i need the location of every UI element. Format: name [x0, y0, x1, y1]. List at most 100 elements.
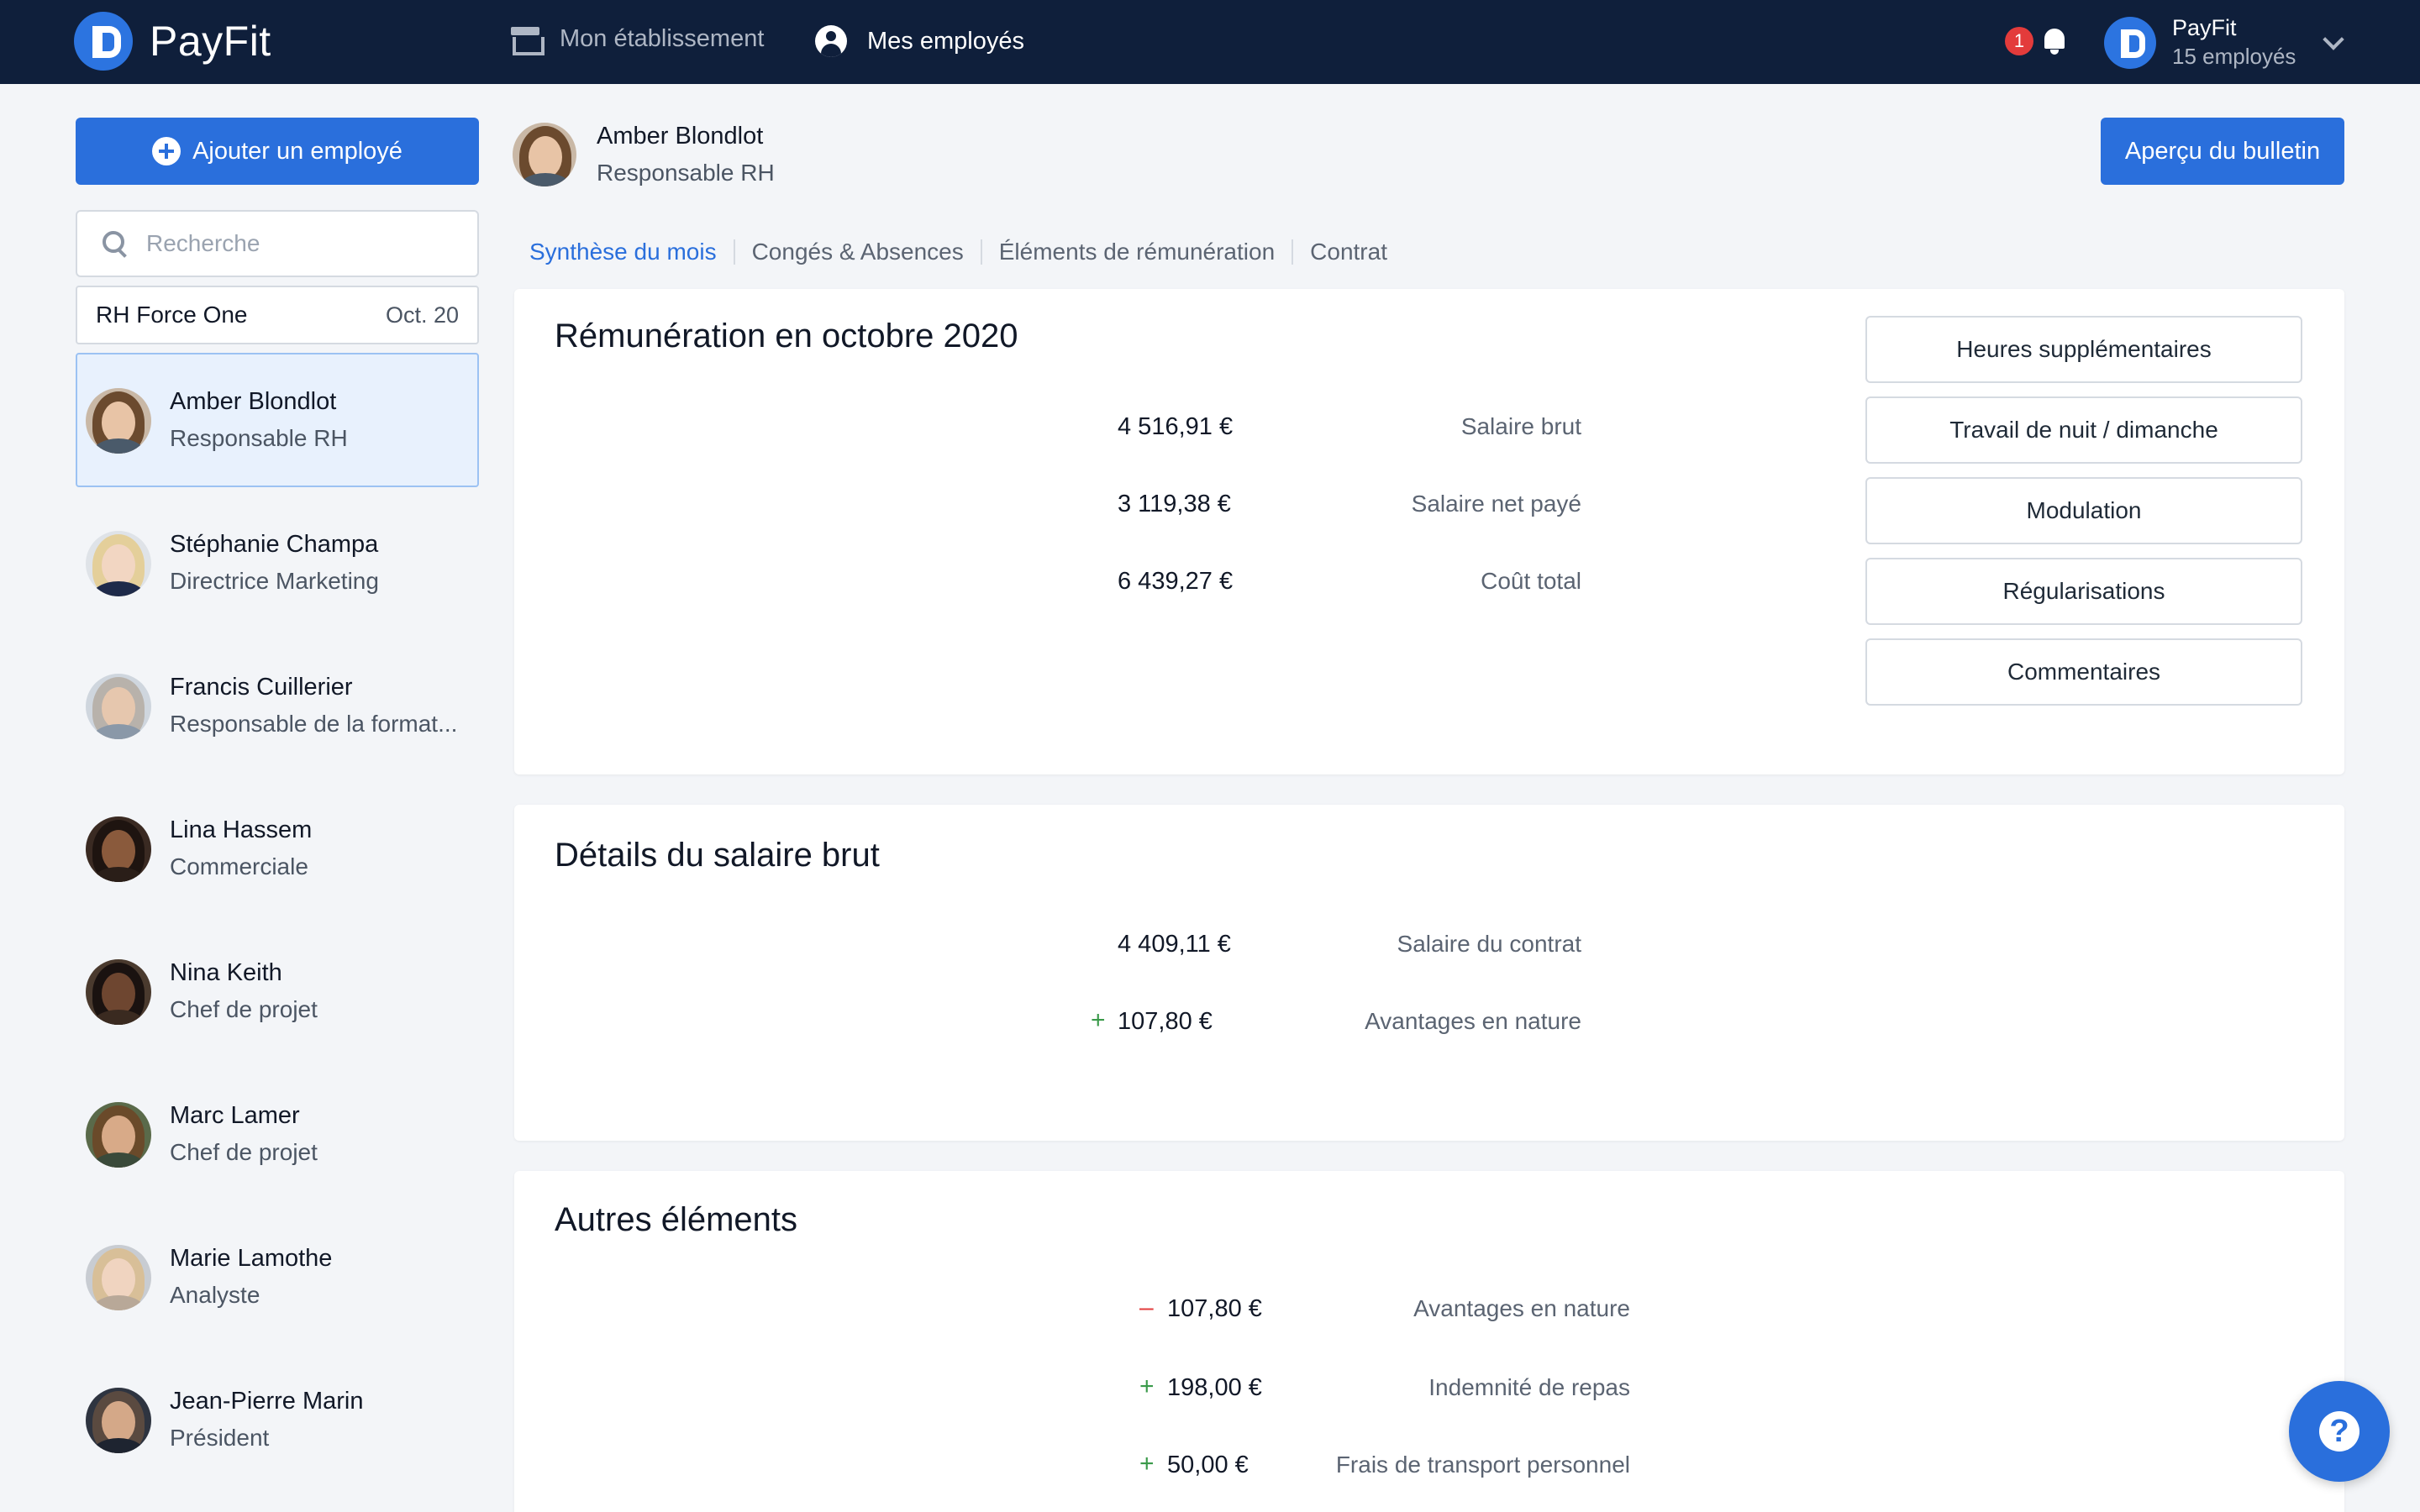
gross-details-title: Détails du salaire brut	[555, 837, 880, 874]
employee-tabs: Synthèse du mois Congés & Absences Éléme…	[529, 239, 1387, 265]
avatar	[86, 959, 151, 1025]
row-label: Coût total	[1481, 568, 1581, 594]
employee-header-role: Responsable RH	[597, 160, 775, 186]
overtime-button[interactable]: Heures supplémentaires	[1865, 316, 2302, 383]
employee-item-nina-keith[interactable]: Nina Keith Chef de projet	[76, 924, 479, 1058]
bell-icon[interactable]	[2042, 29, 2067, 55]
employee-name: Lina Hassem	[170, 816, 313, 843]
employee-name: Stéphanie Champa	[170, 531, 379, 558]
avatar	[86, 531, 151, 596]
row-value: 4 409,11 €	[1118, 931, 1231, 958]
tab-contrat[interactable]: Contrat	[1310, 239, 1387, 265]
row-label: Indemnité de repas	[1428, 1374, 1630, 1400]
top-navbar: PayFit Mon établissement Mes employés 1 …	[0, 0, 2420, 84]
night-sunday-work-button[interactable]: Travail de nuit / dimanche	[1865, 396, 2302, 464]
tab-conges-absences[interactable]: Congés & Absences	[752, 239, 964, 265]
employee-item-amber-blondlot[interactable]: Amber Blondlot Responsable RH	[76, 353, 479, 487]
employee-role: Analyste	[170, 1282, 260, 1308]
employee-name: Jean-Pierre Marin	[170, 1388, 364, 1415]
row-label: Frais de transport personnel	[1335, 1452, 1630, 1478]
notification-badge[interactable]: 1	[2005, 27, 2033, 55]
row-value: 3 119,38 €	[1118, 491, 1231, 517]
period-date: Oct. 20	[385, 302, 459, 328]
tab-divider	[1292, 239, 1294, 265]
avatar	[86, 816, 151, 882]
add-employee-label: Ajouter un employé	[192, 137, 402, 165]
plus-sign: +	[1091, 1006, 1106, 1034]
gross-details-card: Détails du salaire brut Salaire du contr…	[514, 805, 2344, 1141]
help-button[interactable]: ?	[2289, 1381, 2390, 1482]
minus-sign: –	[1139, 1294, 1154, 1321]
logo-text: PayFit	[150, 18, 271, 65]
payfit-logo-icon	[74, 12, 133, 71]
search-icon	[103, 231, 128, 256]
period-selector[interactable]: RH Force One Oct. 20	[76, 286, 479, 344]
employee-role: Chef de projet	[170, 996, 318, 1022]
tab-synthese[interactable]: Synthèse du mois	[529, 239, 717, 265]
nav-mon-etablissement[interactable]: Mon établissement	[511, 25, 765, 55]
avatar	[86, 1102, 151, 1168]
question-mark-icon: ?	[2319, 1411, 2360, 1452]
employee-item-jean-pierre-marin[interactable]: Jean-Pierre Marin Président	[76, 1352, 479, 1487]
nav-label: Mes employés	[867, 27, 1024, 55]
period-name: RH Force One	[96, 302, 248, 328]
employee-avatar	[513, 123, 576, 186]
company-employee-count: 15 employés	[2172, 44, 2296, 69]
avatar	[86, 1388, 151, 1453]
remuneration-card: Rémunération en octobre 2020 Salaire bru…	[514, 289, 2344, 774]
payslip-preview-button[interactable]: Aperçu du bulletin	[2101, 118, 2344, 185]
nav-label: Mon établissement	[560, 25, 765, 52]
company-logo-icon[interactable]	[2104, 17, 2156, 69]
plus-circle-icon	[152, 137, 182, 165]
row-value: 50,00 €	[1167, 1452, 1249, 1478]
employee-role: Président	[170, 1425, 270, 1451]
employee-name: Nina Keith	[170, 959, 282, 986]
regularisations-button[interactable]: Régularisations	[1865, 558, 2302, 625]
nav-mes-employes[interactable]: Mes employés	[815, 25, 1024, 57]
search-input[interactable]	[146, 230, 466, 257]
avatar	[86, 1245, 151, 1310]
row-value: 107,80 €	[1167, 1295, 1262, 1322]
row-label: Salaire net payé	[1411, 491, 1581, 517]
employee-item-stephanie-champa[interactable]: Stéphanie Champa Directrice Marketing	[76, 496, 479, 630]
tab-divider	[980, 239, 982, 265]
row-label: Salaire du contrat	[1397, 931, 1581, 957]
payfit-logo[interactable]: PayFit	[74, 12, 271, 71]
row-label: Salaire brut	[1460, 413, 1581, 439]
row-value: 198,00 €	[1167, 1374, 1262, 1401]
avatar	[86, 674, 151, 739]
employee-role: Directrice Marketing	[170, 568, 379, 594]
employee-role: Chef de projet	[170, 1139, 318, 1165]
modulation-button[interactable]: Modulation	[1865, 477, 2302, 544]
employee-name: Amber Blondlot	[170, 388, 337, 415]
row-value: 6 439,27 €	[1118, 568, 1234, 595]
user-circle-icon	[815, 25, 847, 57]
employee-item-lina-hassem[interactable]: Lina Hassem Commerciale	[76, 781, 479, 916]
employee-header-name: Amber Blondlot	[597, 123, 764, 150]
employee-name: Francis Cuillerier	[170, 674, 353, 701]
tab-elements-remuneration[interactable]: Éléments de rémunération	[999, 239, 1275, 265]
tab-divider	[733, 239, 735, 265]
row-value: 107,80 €	[1118, 1008, 1213, 1035]
company-name[interactable]: PayFit	[2172, 15, 2237, 41]
employee-list: Amber Blondlot Responsable RH Stéphanie …	[76, 353, 479, 1495]
add-employee-button[interactable]: Ajouter un employé	[76, 118, 479, 185]
comments-button[interactable]: Commentaires	[1865, 638, 2302, 706]
avatar	[86, 388, 151, 454]
employee-role: Commerciale	[170, 853, 308, 879]
other-elements-card: Autres éléments Avantages en nature – 10…	[514, 1171, 2344, 1512]
remuneration-title: Rémunération en octobre 2020	[555, 318, 1018, 354]
plus-sign: +	[1139, 1373, 1155, 1400]
employee-role: Responsable de la format...	[170, 711, 458, 737]
row-label: Avantages en nature	[1413, 1295, 1630, 1321]
employee-name: Marie Lamothe	[170, 1245, 333, 1272]
employee-item-marc-lamer[interactable]: Marc Lamer Chef de projet	[76, 1067, 479, 1201]
plus-sign: +	[1139, 1450, 1155, 1478]
row-value: 4 516,91 €	[1118, 413, 1234, 440]
employee-name: Marc Lamer	[170, 1102, 300, 1129]
chevron-down-icon[interactable]	[2323, 29, 2344, 50]
search-box[interactable]	[76, 210, 479, 277]
employee-item-marie-lamothe[interactable]: Marie Lamothe Analyste	[76, 1210, 479, 1344]
other-elements-title: Autres éléments	[555, 1201, 798, 1238]
employee-item-francis-cuillerier[interactable]: Francis Cuillerier Responsable de la for…	[76, 638, 479, 773]
